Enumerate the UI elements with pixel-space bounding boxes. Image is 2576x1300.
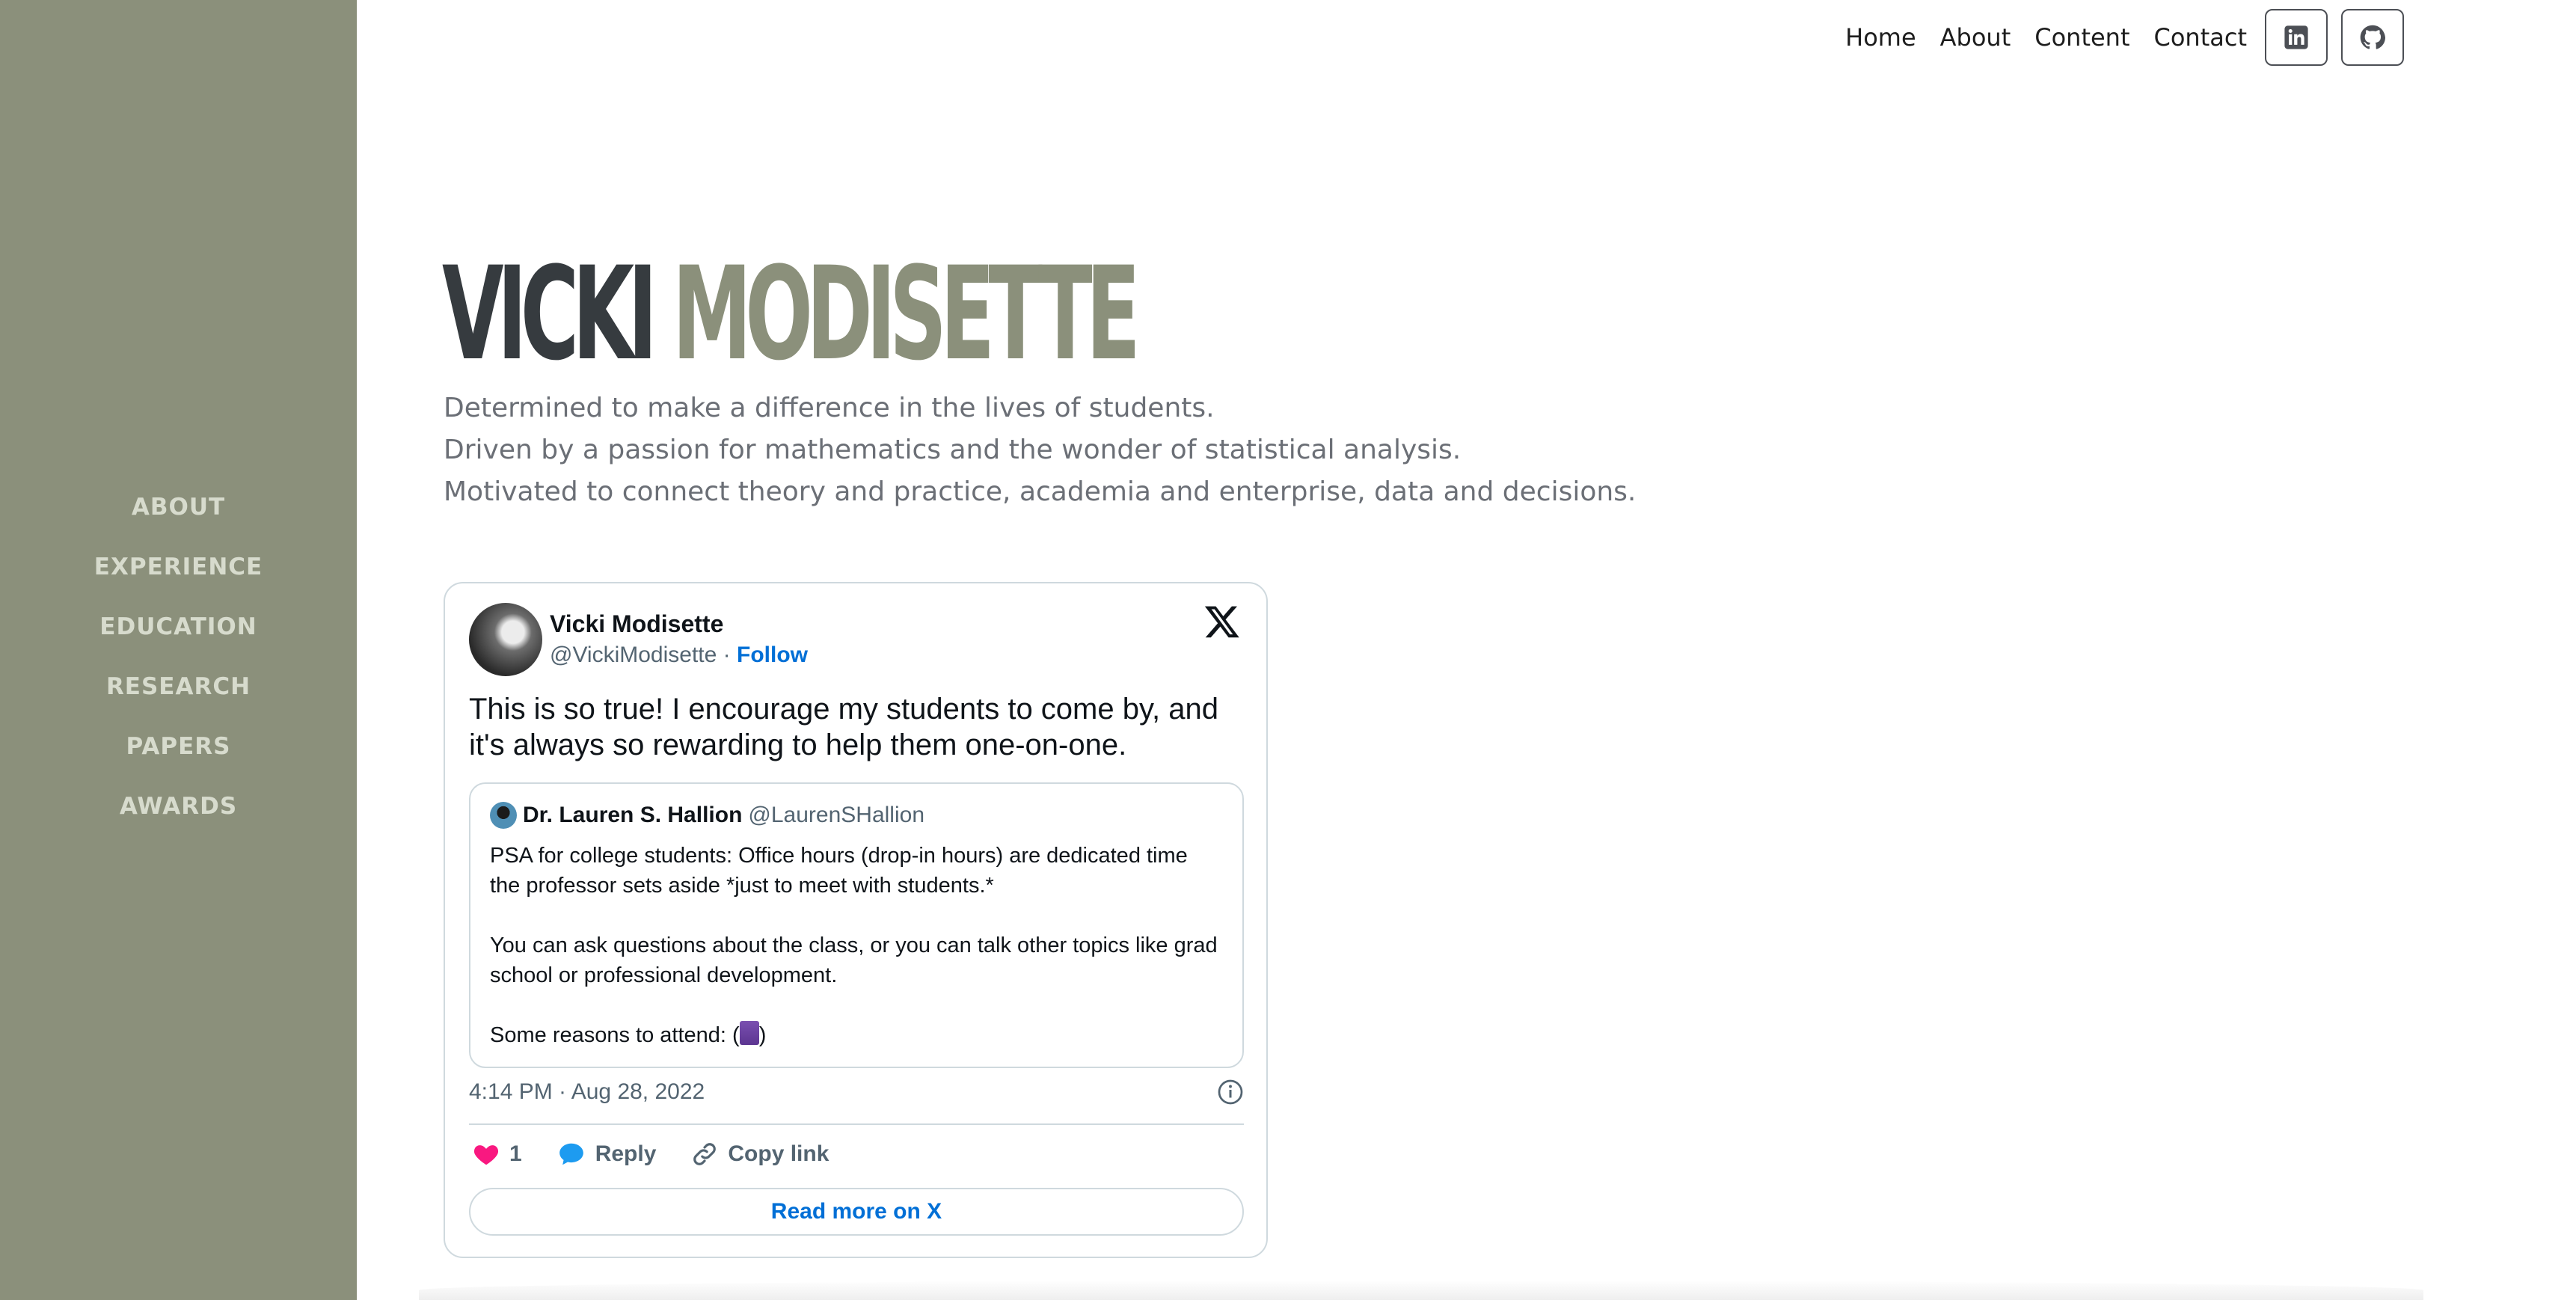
linkedin-icon <box>2284 25 2308 49</box>
quoted-tweet-body: PSA for college students: Office hours (… <box>490 844 1218 1047</box>
github-icon <box>2360 25 2385 49</box>
like-count: 1 <box>509 1141 522 1166</box>
sidebar-nav: ABOUT EXPERIENCE EDUCATION RESEARCH PAPE… <box>0 494 357 820</box>
nav-contact[interactable]: Contact <box>2154 23 2248 52</box>
quoted-tweet-body-end: ) <box>758 1023 767 1047</box>
nav-content[interactable]: Content <box>2034 23 2129 52</box>
copy-link-label: Copy link <box>728 1141 829 1166</box>
quoted-author-name: Dr. Lauren S. Hallion <box>523 803 743 827</box>
avatar[interactable] <box>469 603 542 676</box>
quoted-tweet-text: PSA for college students: Office hours (… <box>490 841 1223 1050</box>
title-last-name: MODISETTE <box>672 239 1141 389</box>
sidebar-item-about[interactable]: ABOUT <box>132 494 225 521</box>
reply-button[interactable]: Reply <box>556 1140 657 1168</box>
tweet-text: This is so true! I encourage my students… <box>469 693 1218 761</box>
linkedin-button[interactable] <box>2265 9 2328 66</box>
like-button[interactable]: 1 <box>472 1140 522 1168</box>
quoted-tweet-header: Dr. Lauren S. Hallion @LaurenSHallion <box>490 800 1223 830</box>
sidebar-item-awards[interactable]: AWARDS <box>120 793 237 820</box>
tweet-timestamp[interactable]: 4:14 PM · Aug 28, 2022 <box>469 1079 705 1105</box>
tweet-header: Vicki Modisette @VickiModisette · Follow <box>469 603 808 676</box>
embedded-tweet: Vicki Modisette @VickiModisette · Follow… <box>444 582 1268 1258</box>
tweet-author-block: Vicki Modisette @VickiModisette · Follow <box>550 608 808 671</box>
social-buttons <box>2265 9 2404 66</box>
page-title: VICKI MODISETTE <box>442 239 1141 389</box>
copy-link-button[interactable]: Copy link <box>690 1140 829 1168</box>
avatar <box>490 802 517 829</box>
tweet-meta: 4:14 PM · Aug 28, 2022 <box>469 1079 1244 1106</box>
tweet-author-handle-line: @VickiModisette · Follow <box>550 640 808 671</box>
info-icon[interactable] <box>1217 1079 1244 1106</box>
sidebar-item-papers[interactable]: PAPERS <box>126 733 231 760</box>
nav-home[interactable]: Home <box>1845 23 1916 52</box>
read-more-button[interactable]: Read more on X <box>469 1188 1244 1236</box>
tweet-author-name[interactable]: Vicki Modisette <box>550 608 808 640</box>
tagline-line: Determined to make a difference in the l… <box>444 393 1215 423</box>
thread-emoji-icon <box>739 1021 759 1045</box>
nav-about[interactable]: About <box>1940 23 2011 52</box>
sidebar-item-research[interactable]: RESEARCH <box>106 673 251 700</box>
reply-bubble-icon <box>559 1143 583 1165</box>
tweet-actions: 1 Reply Copy link <box>472 1140 863 1168</box>
sidebar-item-education[interactable]: EDUCATION <box>99 613 257 640</box>
title-first-name: VICKI <box>442 239 657 389</box>
tagline-line: Driven by a passion for mathematics and … <box>444 435 1462 465</box>
heart-icon <box>473 1145 499 1165</box>
x-logo-icon[interactable] <box>1203 603 1241 640</box>
github-button[interactable] <box>2341 9 2404 66</box>
tagline-line: Motivated to connect theory and practice… <box>444 476 1637 507</box>
sidebar: ABOUT EXPERIENCE EDUCATION RESEARCH PAPE… <box>0 0 357 1300</box>
reply-label: Reply <box>595 1141 657 1166</box>
tagline: Determined to make a difference in the l… <box>444 387 1636 513</box>
next-section-edge <box>419 1281 2423 1300</box>
top-nav: Home About Content Contact <box>1845 9 2404 66</box>
quoted-author-handle: @LaurenSHallion <box>748 803 924 827</box>
quoted-tweet[interactable]: Dr. Lauren S. Hallion @LaurenSHallion PS… <box>469 782 1244 1068</box>
tweet-author-handle[interactable]: @VickiModisette <box>550 643 717 667</box>
sidebar-item-experience[interactable]: EXPERIENCE <box>94 554 263 580</box>
follow-link[interactable]: Follow <box>737 643 808 667</box>
divider <box>469 1123 1244 1125</box>
link-icon <box>693 1143 717 1165</box>
separator-dot: · <box>723 643 731 667</box>
